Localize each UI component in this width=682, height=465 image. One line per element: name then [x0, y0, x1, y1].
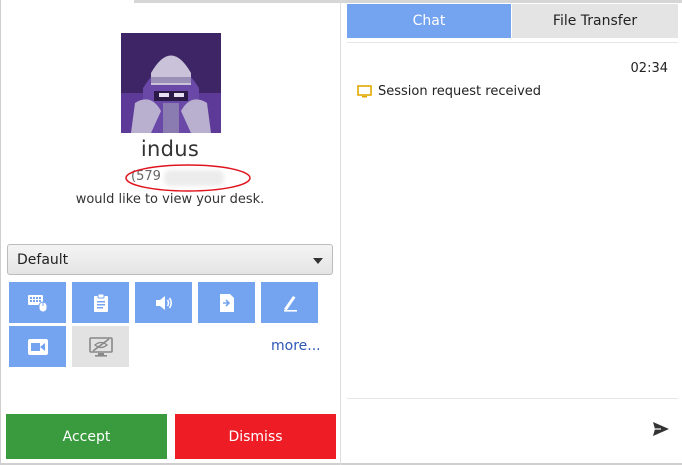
- permission-keyboard-mouse-toggle[interactable]: [9, 282, 66, 323]
- chevron-down-icon: [313, 258, 323, 264]
- monitor-icon: [357, 84, 372, 97]
- record-camera-icon: [27, 338, 48, 355]
- tab-underline: [347, 42, 678, 43]
- username: indus: [140, 137, 200, 161]
- privacy-screen-icon: [88, 336, 113, 357]
- tab-chat[interactable]: Chat: [347, 4, 511, 38]
- pen-icon: [283, 295, 297, 312]
- dismiss-button[interactable]: Dismiss: [175, 414, 336, 459]
- accept-button[interactable]: Accept: [6, 414, 167, 459]
- avatar: [121, 33, 221, 133]
- permission-clipboard-toggle[interactable]: [72, 282, 129, 323]
- request-message: would like to view your desk.: [75, 192, 265, 207]
- speaker-icon: [155, 295, 172, 310]
- permission-pen-toggle[interactable]: [261, 282, 318, 323]
- chat-event-text: Session request received: [378, 84, 542, 99]
- file-transfer-icon: [219, 293, 234, 312]
- send-icon: [653, 422, 669, 436]
- chat-tabs: Chat File Transfer: [347, 4, 678, 38]
- user-id: (579: [124, 163, 252, 193]
- connection-request-panel: indus (579 would like to view your desk.…: [0, 0, 340, 465]
- keyboard-mouse-icon: [27, 294, 47, 312]
- permission-file-transfer-toggle[interactable]: [198, 282, 255, 323]
- more-permissions-link[interactable]: more...: [271, 338, 321, 354]
- highlight-ellipse: [125, 164, 251, 192]
- permission-privacy-screen-toggle[interactable]: [72, 326, 129, 367]
- permission-profile-select[interactable]: Default: [7, 244, 333, 275]
- clipboard-icon: [93, 293, 108, 312]
- permission-recording-toggle[interactable]: [9, 326, 66, 367]
- permission-profile-value: Default: [17, 252, 69, 268]
- tab-file-transfer[interactable]: File Transfer: [512, 4, 678, 38]
- panel-divider: [340, 0, 341, 465]
- chat-input-divider: [347, 398, 678, 399]
- permission-audio-toggle[interactable]: [135, 282, 192, 323]
- chat-event: Session request received: [357, 84, 541, 99]
- chat-timestamp: 02:34: [630, 61, 668, 76]
- send-button[interactable]: [652, 421, 670, 441]
